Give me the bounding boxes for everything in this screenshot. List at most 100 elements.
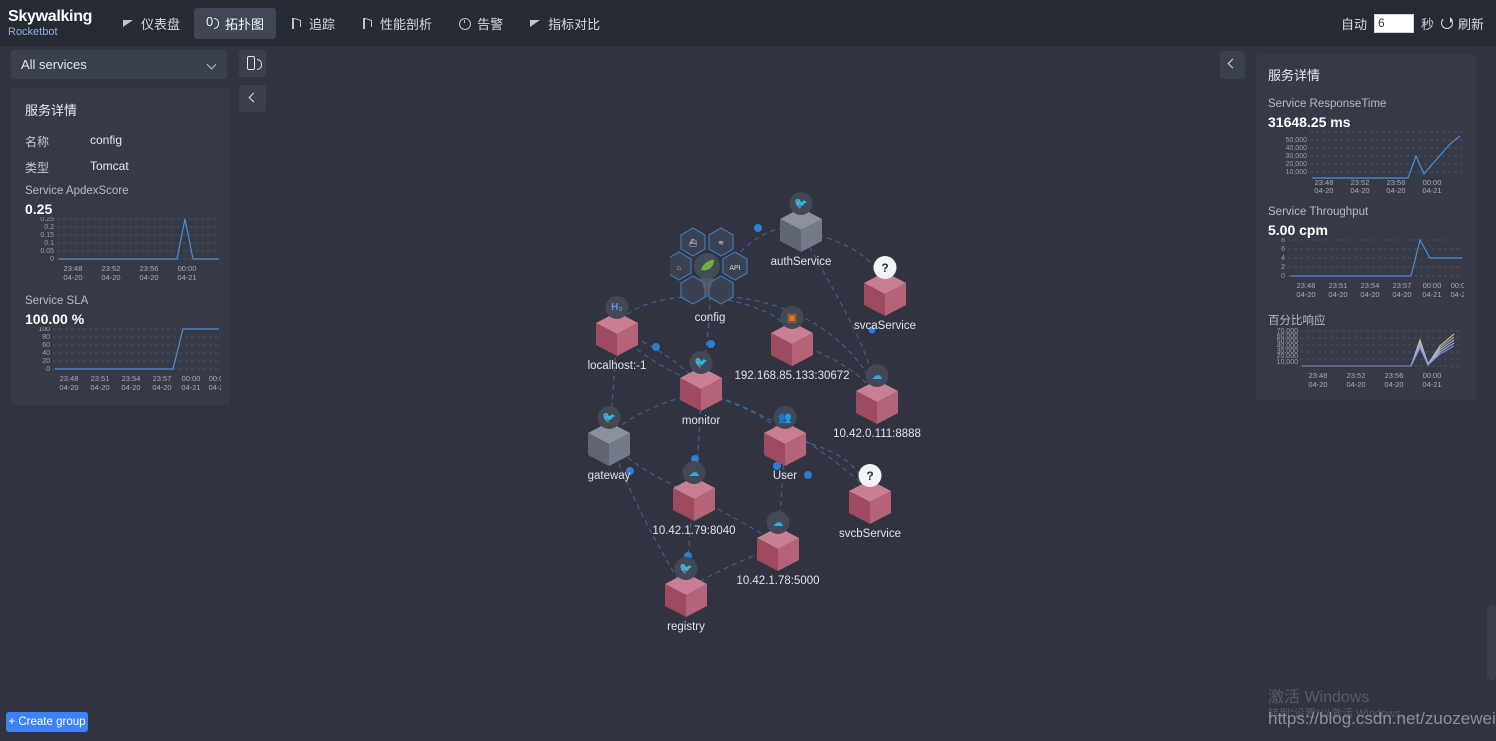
node-ip5000[interactable]: ☁ 10.42.1.78:5000 <box>736 511 820 587</box>
tp-xticks: 23:4804-20 23:5104-20 23:5404-20 23:5704… <box>1296 281 1465 299</box>
refresh-button[interactable]: 刷新 <box>1440 14 1484 33</box>
spring-icon: 🐦 <box>674 557 698 580</box>
app-header: Skywalking Rocketbot 仪表盘 拓扑图 追踪 性能剖析 <box>0 0 1496 46</box>
node-svcaService[interactable]: ? svcaService <box>854 256 916 332</box>
svg-text:20: 20 <box>42 358 50 365</box>
apdex-yticks: 0.25 0.2 0.15 0.1 0.05 0 <box>40 216 54 263</box>
right-panel-collapse-button[interactable] <box>1220 51 1245 79</box>
svg-text:23:51: 23:51 <box>1329 281 1348 290</box>
svg-text:23:48: 23:48 <box>60 374 79 383</box>
svg-text:23:52: 23:52 <box>1347 371 1366 380</box>
tab-alarm-label: 告警 <box>477 16 504 32</box>
create-group-button[interactable]: + Create group <box>6 712 88 732</box>
cloud-icon: ☁ <box>865 364 889 387</box>
svg-text:04-20: 04-20 <box>152 383 171 392</box>
node-ip30672[interactable]: ▣ 192.168.85.133:30672 <box>734 306 850 382</box>
node-ip8040-label: 10.42.1.79:8040 <box>652 525 736 537</box>
question-icon: ? <box>873 256 897 279</box>
throughput-chart: 8 6 4 2 0 23:48 04-20 23:51 04-20 23:54 04-… <box>1268 237 1465 305</box>
cloud-icon: ☁ <box>682 461 706 484</box>
sla-chart: 100 80 60 40 20 0 23:48 04-20 23:51 04-20 … <box>25 326 223 398</box>
node-registry[interactable]: 🐦 registry <box>661 557 711 633</box>
windows-activation-watermark: 激活 Windows 转到"设置"以激活 Windows。 <box>1268 688 1412 722</box>
app-logo[interactable]: Skywalking Rocketbot <box>0 0 1496 38</box>
tab-topology[interactable]: 拓扑图 <box>194 7 277 39</box>
tab-profile[interactable]: 性能剖析 <box>349 8 444 39</box>
detail-type-key: 类型 <box>25 161 50 175</box>
svg-text:23:54: 23:54 <box>122 374 141 383</box>
detail-row-type: 类型 Tomcat <box>25 159 216 176</box>
topology-edges <box>606 224 886 590</box>
svg-text:04-20: 04-20 <box>1308 380 1327 389</box>
blog-url-overlay: https://blog.csdn.net/zuozewei <box>1268 709 1496 728</box>
auto-refresh-input[interactable] <box>1373 13 1414 33</box>
apdex-line <box>59 218 219 260</box>
node-svcbService[interactable]: ? svcbService <box>839 464 901 540</box>
node-gateway[interactable]: 🐦 gateway <box>584 406 634 482</box>
svg-text:04-21: 04-21 <box>1422 290 1441 299</box>
svg-text:04-20: 04-20 <box>139 273 158 282</box>
spring-icon: 🐦 <box>689 351 713 374</box>
spring-icon: 🐦 <box>597 406 621 429</box>
svg-text:04-21: 04-21 <box>177 273 196 282</box>
response-time-value: 31648.25 ms <box>1268 114 1351 130</box>
tab-dashboard-label: 仪表盘 <box>141 16 181 32</box>
response-time-label: Service ResponseTime <box>1268 98 1387 110</box>
svg-text:04-20: 04-20 <box>1314 186 1333 194</box>
left-service-detail-card: 服务详情 名称 config 类型 Tomcat Service ApdexSc… <box>11 88 230 405</box>
seconds-label: 秒 <box>1420 16 1434 32</box>
svg-text:00:00: 00:00 <box>182 374 201 383</box>
left-panel-collapse-button[interactable] <box>239 85 266 112</box>
svg-text:04-21: 04-21 <box>181 383 200 392</box>
node-monitor[interactable]: 🐦 monitor <box>676 351 726 427</box>
tab-alarm[interactable]: 告警 <box>446 8 515 39</box>
tab-compare[interactable]: 指标对比 <box>517 8 612 39</box>
sla-label: Service SLA <box>25 295 89 307</box>
node-user-label: User <box>772 470 798 482</box>
node-registry-label: registry <box>667 621 705 633</box>
topology-canvas[interactable]: ⛴ ≋ ⌂ API config 🐦 authService ? svcaSer… <box>270 46 1220 741</box>
svg-text:6: 6 <box>1281 246 1285 253</box>
throughput-line <box>1290 238 1462 277</box>
service-select[interactable]: All services <box>11 50 227 79</box>
throughput-chart-svg: 8 6 4 2 0 23:4804-20 23:5104-20 23:5404-… <box>1281 237 1465 299</box>
svg-text:04-2: 04-2 <box>208 383 221 392</box>
percentile-label: 百分比响应 <box>1268 315 1326 327</box>
apdex-gridlines <box>57 218 219 260</box>
tab-trace[interactable]: 追踪 <box>278 8 347 39</box>
svg-text:23:54: 23:54 <box>1361 281 1380 290</box>
sla-gridlines <box>53 328 219 370</box>
sla-value: 100.00 % <box>25 311 85 327</box>
node-localhost[interactable]: H₂ localhost:-1 <box>588 296 646 372</box>
node-authService[interactable]: 🐦 authService <box>771 192 831 268</box>
node-authService-label: authService <box>770 256 832 268</box>
svg-text:40,000: 40,000 <box>1286 145 1308 152</box>
svg-text:0.2: 0.2 <box>44 224 54 231</box>
percentile-chart-svg: 70,000 60,000 50,000 40,000 30,000 20,00… <box>1277 328 1462 389</box>
apdex-label: Service ApdexScore <box>25 185 129 197</box>
node-user[interactable]: 👥 User <box>760 406 810 482</box>
svg-text:0: 0 <box>50 256 54 263</box>
node-ip8888[interactable]: ☁ 10.42.0.111:8888 <box>833 364 921 440</box>
svg-text:04-20: 04-20 <box>63 273 82 282</box>
svg-text:04-20: 04-20 <box>1386 186 1405 194</box>
svg-text:0: 0 <box>46 366 50 373</box>
sla-xticks: 23:4804-20 23:5104-20 23:5404-20 23:5704… <box>59 374 223 392</box>
svg-text:00:00: 00:00 <box>1423 281 1442 290</box>
panel-layout-button[interactable] <box>239 50 266 77</box>
node-config[interactable]: ⛴ ≋ ⌂ API config <box>666 226 750 324</box>
tab-compare-label: 指标对比 <box>548 16 601 32</box>
node-ip8040[interactable]: ☁ 10.42.1.79:8040 <box>652 461 736 537</box>
auto-refresh-label: 自动 <box>1340 16 1367 32</box>
spring-icon: 🐦 <box>789 192 813 215</box>
page-scrollbar[interactable] <box>1487 605 1496 680</box>
sla-line <box>55 328 219 370</box>
svg-text:40: 40 <box>42 350 50 357</box>
tab-dashboard[interactable]: 仪表盘 <box>110 8 192 39</box>
svg-text:00:0: 00:0 <box>1451 281 1464 290</box>
header-right-controls: 自动 秒 刷新 <box>1341 0 1484 46</box>
svg-text:04-20: 04-20 <box>1384 380 1403 389</box>
chevron-left-icon <box>1227 58 1238 69</box>
bell-icon-glyph: ⌂ <box>677 265 681 272</box>
svg-text:23:56: 23:56 <box>1385 371 1404 380</box>
